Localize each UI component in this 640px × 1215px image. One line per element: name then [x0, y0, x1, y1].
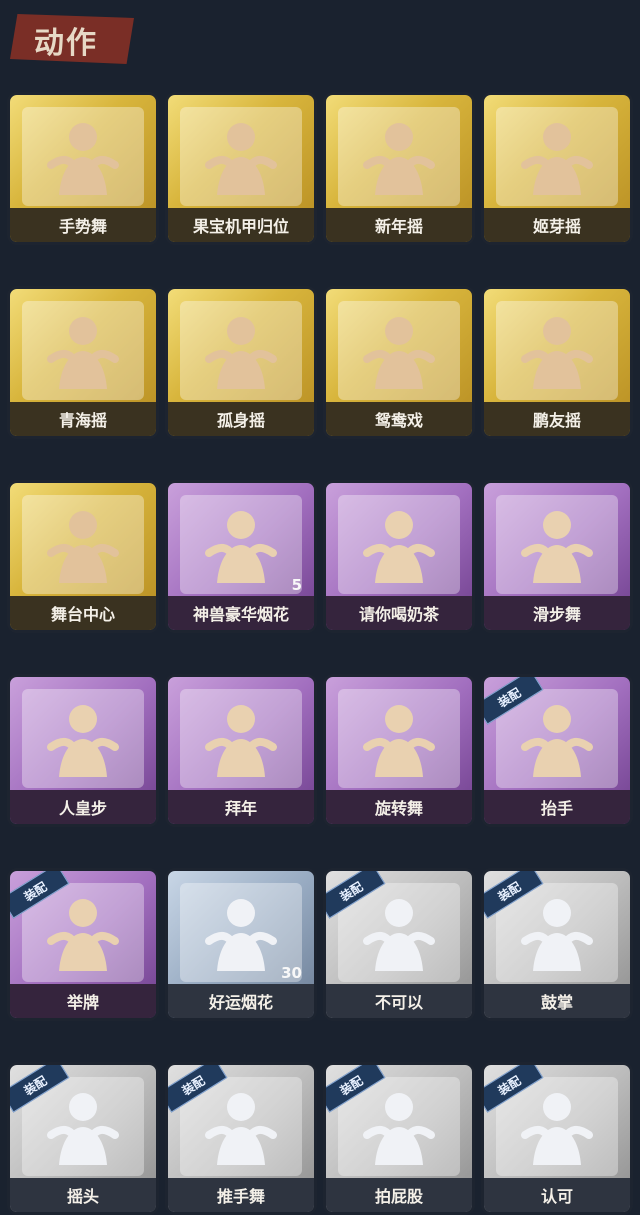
action-icon — [168, 307, 314, 399]
action-icon — [10, 501, 156, 593]
action-card[interactable]: 请你喝奶茶 — [323, 480, 475, 633]
card-label-bar: 抬手 — [484, 790, 630, 824]
action-card[interactable]: 拜年 — [165, 674, 317, 827]
card-label: 孤身摇 — [216, 411, 265, 430]
card-label: 神兽豪华烟花 — [192, 605, 289, 624]
card-label: 姬芽摇 — [532, 217, 581, 236]
card-label-bar: 孤身摇 — [168, 402, 314, 436]
card-label-bar: 举牌 — [10, 984, 156, 1018]
card-label: 旋转舞 — [374, 799, 423, 818]
card-label: 手势舞 — [58, 217, 107, 236]
card-label-bar: 请你喝奶茶 — [326, 596, 472, 630]
action-card[interactable]: 舞台中心 — [7, 480, 159, 633]
card-label-bar: 滑步舞 — [484, 596, 630, 630]
action-card[interactable]: 30 好运烟花 — [165, 868, 317, 1021]
card-label: 新年摇 — [374, 217, 423, 236]
action-icon — [484, 307, 630, 399]
card-label-bar: 拍屁股 — [326, 1178, 472, 1212]
card-label-bar: 果宝机甲归位 — [168, 208, 314, 242]
action-icon — [326, 113, 472, 205]
action-card[interactable]: 孤身摇 — [165, 286, 317, 439]
card-label-bar: 人皇步 — [10, 790, 156, 824]
action-card[interactable]: 人皇步 — [7, 674, 159, 827]
card-label-bar: 认可 — [484, 1178, 630, 1212]
action-icon — [10, 307, 156, 399]
action-icon — [484, 113, 630, 205]
card-label-bar: 好运烟花 — [168, 984, 314, 1018]
action-card[interactable]: 推手舞 装配 — [165, 1062, 317, 1215]
card-label: 拜年 — [224, 799, 257, 818]
card-label: 鼓掌 — [540, 993, 573, 1012]
card-label: 鸳鸯戏 — [374, 411, 423, 430]
action-card[interactable]: 拍屁股 装配 — [323, 1062, 475, 1215]
card-label: 滑步舞 — [532, 605, 581, 624]
card-label-bar: 鹏友摇 — [484, 402, 630, 436]
card-label-bar: 鼓掌 — [484, 984, 630, 1018]
page-title: 动作 — [34, 26, 98, 61]
card-label-bar: 摇头 — [10, 1178, 156, 1212]
card-label: 人皇步 — [58, 799, 107, 818]
action-icon — [10, 113, 156, 205]
card-label: 青海摇 — [58, 411, 107, 430]
card-label-bar: 鸳鸯戏 — [326, 402, 472, 436]
card-label-bar: 姬芽摇 — [484, 208, 630, 242]
card-label: 举牌 — [66, 993, 99, 1012]
card-label-bar: 推手舞 — [168, 1178, 314, 1212]
card-label: 舞台中心 — [50, 605, 115, 624]
header: 动作 — [0, 0, 640, 88]
action-icon — [484, 501, 630, 593]
card-label: 请你喝奶茶 — [358, 605, 439, 624]
card-label: 果宝机甲归位 — [192, 217, 289, 236]
action-card[interactable]: 5 神兽豪华烟花 — [165, 480, 317, 633]
action-card[interactable]: 鹏友摇 — [481, 286, 633, 439]
action-card[interactable]: 鸳鸯戏 — [323, 286, 475, 439]
card-count: 5 — [291, 576, 302, 594]
action-card[interactable]: 旋转舞 — [323, 674, 475, 827]
card-label-bar: 拜年 — [168, 790, 314, 824]
card-label-bar: 旋转舞 — [326, 790, 472, 824]
action-card[interactable]: 认可 装配 — [481, 1062, 633, 1215]
card-label-bar: 不可以 — [326, 984, 472, 1018]
card-label: 抬手 — [540, 799, 573, 818]
card-label: 好运烟花 — [208, 993, 273, 1012]
action-card[interactable]: 果宝机甲归位 — [165, 92, 317, 245]
card-count: 30 — [281, 964, 302, 982]
action-icon — [326, 501, 472, 593]
action-icon — [10, 695, 156, 787]
action-card[interactable]: 青海摇 — [7, 286, 159, 439]
action-card[interactable]: 姬芽摇 — [481, 92, 633, 245]
action-card[interactable]: 抬手 装配 — [481, 674, 633, 827]
action-card[interactable]: 滑步舞 — [481, 480, 633, 633]
card-label-bar: 舞台中心 — [10, 596, 156, 630]
action-card[interactable]: 举牌 装配 — [7, 868, 159, 1021]
action-icon — [168, 113, 314, 205]
action-card[interactable]: 手势舞 — [7, 92, 159, 245]
action-grid: 手势舞 果宝机甲归位 新年摇 姬芽摇 青海摇 孤身摇 鸳鸯戏 鹏友摇 舞台中心 … — [7, 92, 635, 1215]
card-label: 认可 — [540, 1187, 573, 1206]
action-card[interactable]: 新年摇 — [323, 92, 475, 245]
card-label: 推手舞 — [216, 1187, 265, 1206]
action-icon — [326, 307, 472, 399]
action-card[interactable]: 摇头 装配 — [7, 1062, 159, 1215]
card-label: 鹏友摇 — [532, 411, 581, 430]
card-label-bar: 新年摇 — [326, 208, 472, 242]
card-label-bar: 青海摇 — [10, 402, 156, 436]
action-icon — [168, 695, 314, 787]
card-label: 摇头 — [66, 1187, 99, 1206]
action-icon — [326, 695, 472, 787]
action-card[interactable]: 鼓掌 装配 — [481, 868, 633, 1021]
card-label: 不可以 — [374, 993, 423, 1012]
action-card[interactable]: 不可以 装配 — [323, 868, 475, 1021]
card-label-bar: 神兽豪华烟花 — [168, 596, 314, 630]
card-label-bar: 手势舞 — [10, 208, 156, 242]
card-label: 拍屁股 — [374, 1187, 423, 1206]
